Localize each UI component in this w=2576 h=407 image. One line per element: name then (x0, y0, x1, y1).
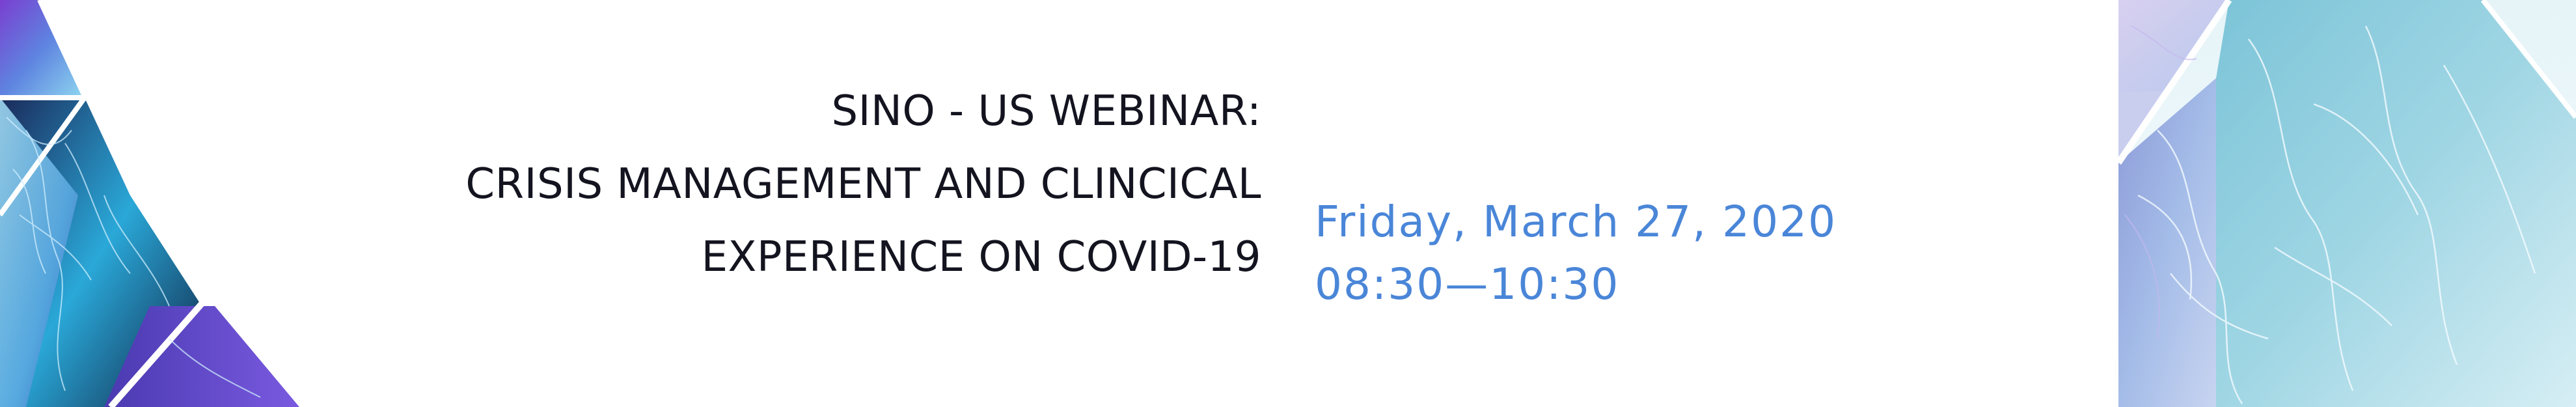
right-lung-artwork (2118, 0, 2576, 407)
title-line-1: SINO - US WEBINAR: (831, 87, 1261, 135)
event-time: 08:30—10:30 (1315, 259, 1620, 309)
left-lung-artwork (0, 0, 299, 407)
title-line-3: EXPERIENCE ON COVID-19 (701, 233, 1261, 281)
title-line-2: CRISIS MANAGEMENT AND CLINCICAL (465, 160, 1261, 208)
event-date: Friday, March 27, 2020 (1315, 197, 1837, 247)
event-schedule: Friday, March 27, 2020 08:30—10:30 (1315, 191, 1837, 316)
webinar-banner: SINO - US WEBINAR: CRISIS MANAGEMENT AND… (0, 0, 2576, 407)
webinar-title: SINO - US WEBINAR: CRISIS MANAGEMENT AND… (465, 75, 1261, 294)
